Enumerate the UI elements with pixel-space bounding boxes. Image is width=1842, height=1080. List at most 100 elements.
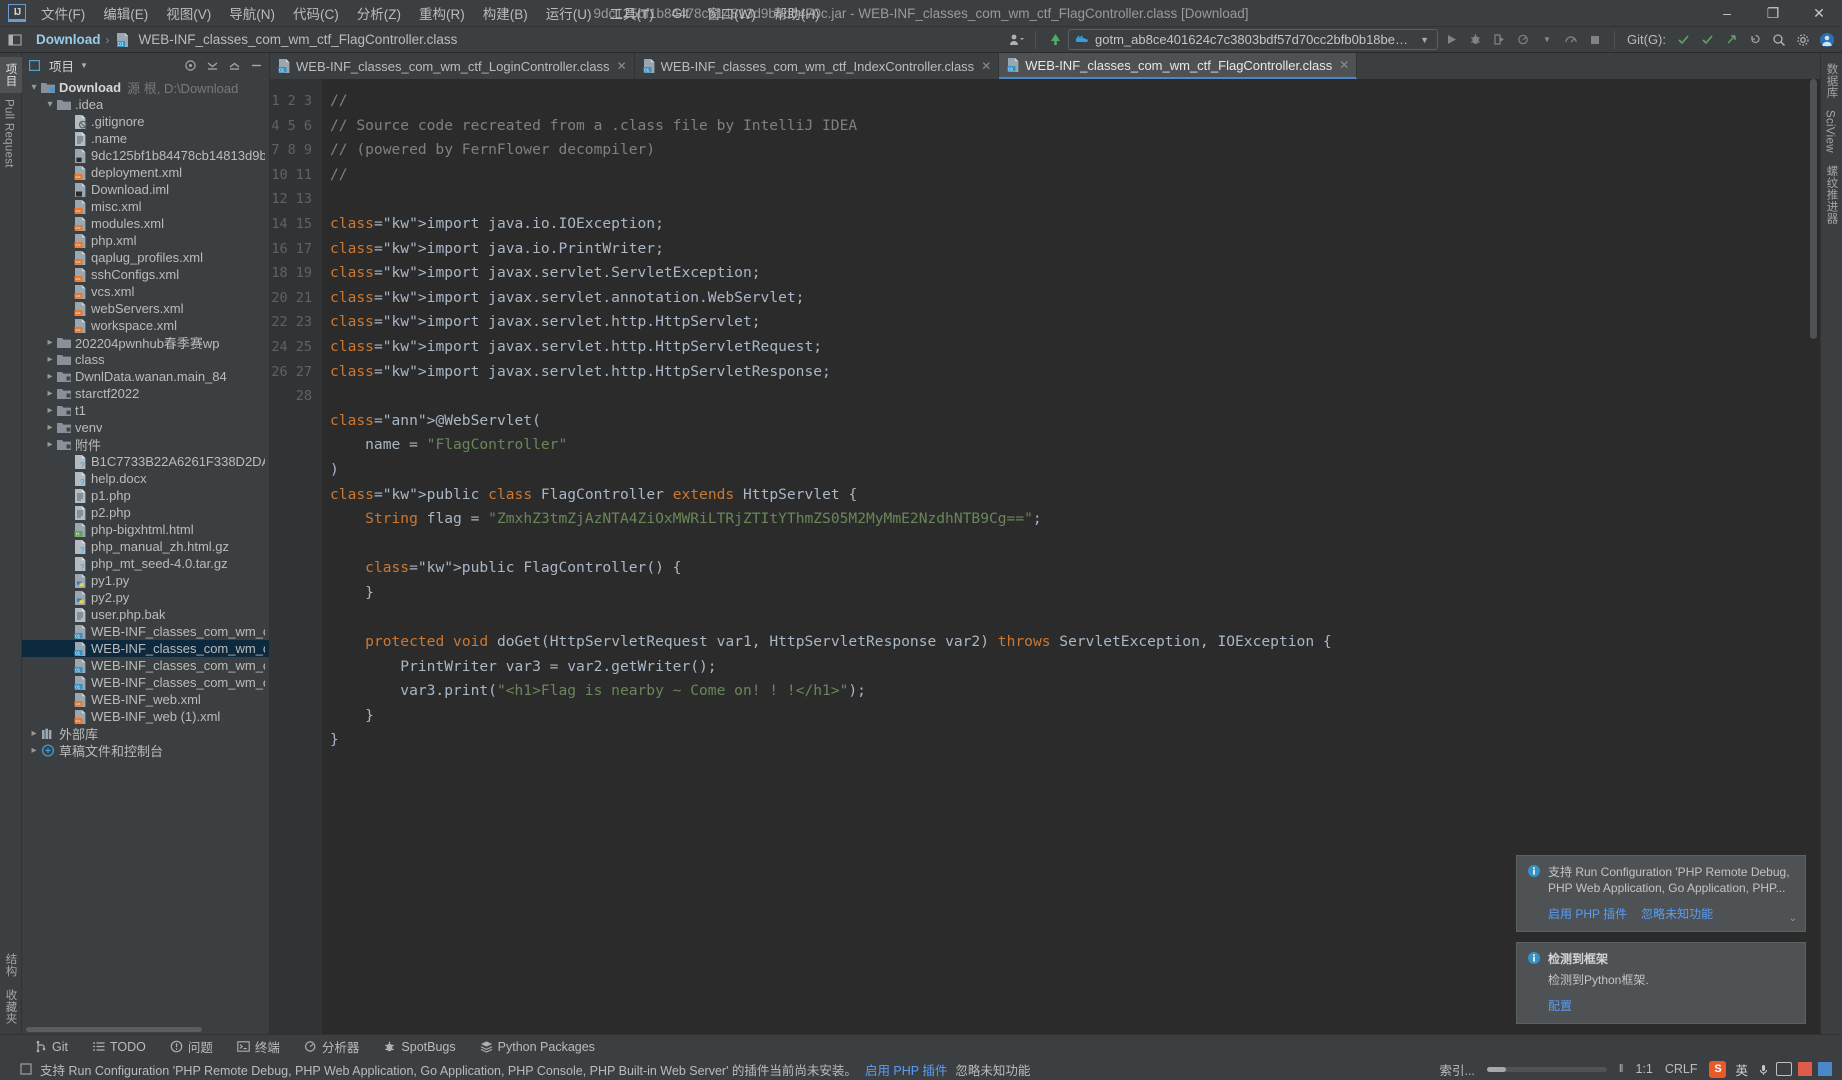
- debug-button[interactable]: [1464, 30, 1486, 50]
- chevron-right-icon[interactable]: ▸: [44, 422, 56, 433]
- menu-hamburger-icon[interactable]: [4, 30, 26, 50]
- tree-row[interactable]: <> WEB-INF_web.xml: [22, 691, 269, 708]
- menu-item-7[interactable]: 构建(B): [474, 0, 537, 27]
- tree-row[interactable]: ▸ t1: [22, 402, 269, 419]
- git-commit-icon[interactable]: [1696, 30, 1718, 50]
- editor-vertical-scrollbar[interactable]: [1807, 79, 1820, 1034]
- tree-row[interactable]: <> sshConfigs.xml: [22, 266, 269, 283]
- close-icon[interactable]: ✕: [981, 59, 991, 73]
- tree-row[interactable]: ▸ class: [22, 351, 269, 368]
- rail-tab-1[interactable]: Pull Request: [0, 93, 18, 174]
- microphone-icon[interactable]: [1757, 1063, 1770, 1076]
- tool-window-button-5[interactable]: SpotBugs: [371, 1040, 467, 1054]
- chevron-right-icon[interactable]: ▸: [44, 354, 56, 365]
- tool-window-button-0[interactable]: Git: [22, 1040, 80, 1054]
- chevron-right-icon[interactable]: ▸: [44, 439, 56, 450]
- menu-item-5[interactable]: 分析(Z): [348, 0, 410, 27]
- gear-icon[interactable]: [1792, 30, 1814, 50]
- tree-row[interactable]: <> webServers.xml: [22, 300, 269, 317]
- tree-row[interactable]: .gitignore: [22, 113, 269, 130]
- tree-row[interactable]: ? B1C7733B22A6261F338D2DA5C2DD: [22, 453, 269, 470]
- chevron-down-icon[interactable]: ⌄: [1789, 913, 1797, 924]
- tree-row[interactable]: p1.php: [22, 487, 269, 504]
- rail-bottom-tab-0[interactable]: 结构: [0, 947, 22, 983]
- tree-row[interactable]: ▸ starctf2022: [22, 385, 269, 402]
- tree-row[interactable]: <> workspace.xml: [22, 317, 269, 334]
- keyboard-icon[interactable]: [1776, 1062, 1792, 1076]
- run-with-coverage-button[interactable]: [1488, 30, 1510, 50]
- tree-row[interactable]: ▸ 202204pwnhub春季赛wp: [22, 334, 269, 351]
- menu-item-0[interactable]: 文件(F): [32, 0, 94, 27]
- enable-php-plugin-link[interactable]: 启用 PHP 插件: [1548, 905, 1627, 922]
- tree-row[interactable]: ▾ .idea: [22, 96, 269, 113]
- breadcrumb-project[interactable]: Download: [36, 32, 101, 47]
- maximize-button[interactable]: ❐: [1750, 0, 1796, 27]
- chevron-right-icon[interactable]: ▸: [28, 745, 40, 756]
- tree-row[interactable]: 01 WEB-INF_classes_com_wm_ctf_Index: [22, 657, 269, 674]
- close-icon[interactable]: ✕: [1339, 58, 1349, 72]
- run-configuration-selector[interactable]: gotm_ab8ce401624c7c3803bdf57d70cc2bfb0b1…: [1068, 29, 1438, 50]
- hide-panel-icon[interactable]: [247, 56, 265, 74]
- profile-dropdown-icon[interactable]: ▼: [1536, 30, 1558, 50]
- tree-row[interactable]: 9dc125bf1b84478cb14813d9bed: [22, 147, 269, 164]
- git-push-icon[interactable]: [1720, 30, 1742, 50]
- chevron-right-icon[interactable]: ▸: [44, 371, 56, 382]
- sogou-icon[interactable]: S: [1709, 1060, 1727, 1078]
- menu-item-12[interactable]: 帮助(H): [765, 0, 829, 27]
- menu-item-1[interactable]: 编辑(E): [94, 0, 157, 27]
- tree-row[interactable]: <> qaplug_profiles.xml: [22, 249, 269, 266]
- tree-row[interactable]: Download.iml: [22, 181, 269, 198]
- user-account-icon[interactable]: [1005, 30, 1027, 50]
- search-everywhere-icon[interactable]: [1768, 30, 1790, 50]
- tree-row[interactable]: ▸ 外部库: [22, 725, 269, 742]
- tree-row[interactable]: <> modules.xml: [22, 215, 269, 232]
- tree-row[interactable]: <> deployment.xml: [22, 164, 269, 181]
- caret-position[interactable]: 1:1: [1635, 1062, 1652, 1076]
- tree-row[interactable]: <> vcs.xml: [22, 283, 269, 300]
- tree-row[interactable]: <> WEB-INF_web (1).xml: [22, 708, 269, 725]
- tree-row[interactable]: py2.py: [22, 589, 269, 606]
- menu-item-3[interactable]: 导航(N): [220, 0, 284, 27]
- configure-link[interactable]: 配置: [1548, 997, 1572, 1014]
- tree-row[interactable]: <> php.xml: [22, 232, 269, 249]
- editor-tab-1[interactable]: 01 WEB-INF_classes_com_wm_ctf_IndexContro…: [634, 53, 1000, 79]
- menu-item-2[interactable]: 视图(V): [157, 0, 220, 27]
- menu-item-10[interactable]: Git: [663, 2, 698, 25]
- status-enable-php-link[interactable]: 启用 PHP 插件: [865, 1060, 947, 1079]
- tree-row[interactable]: ▾ Download 源 根, D:\Download: [22, 79, 269, 96]
- git-history-icon[interactable]: [1744, 30, 1766, 50]
- collapse-all-icon[interactable]: [203, 56, 221, 74]
- menu-item-8[interactable]: 运行(U): [537, 0, 601, 27]
- status-ignore-link[interactable]: 忽略未知功能: [955, 1060, 1030, 1079]
- tree-row[interactable]: ▸ 草稿文件和控制台: [22, 742, 269, 759]
- update-project-icon[interactable]: [1044, 30, 1066, 50]
- menu-item-9[interactable]: 工具(T): [601, 0, 663, 27]
- tree-row[interactable]: ▸ 附件: [22, 436, 269, 453]
- target-icon[interactable]: [181, 56, 199, 74]
- tool-window-button-1[interactable]: TODO: [80, 1040, 158, 1054]
- chevron-right-icon[interactable]: ▸: [44, 388, 56, 399]
- editor-tab-0[interactable]: 01 WEB-INF_classes_com_wm_ctf_LoginContro…: [270, 53, 635, 79]
- chevron-down-icon[interactable]: ▾: [44, 99, 56, 110]
- tree-row[interactable]: 01 WEB-INF_classes_com_wm_ctf_Down: [22, 623, 269, 640]
- tree-row[interactable]: p2.php: [22, 504, 269, 521]
- tree-row[interactable]: ? php_mt_seed-4.0.tar.gz: [22, 555, 269, 572]
- chevron-right-icon[interactable]: ▸: [44, 405, 56, 416]
- ime-language[interactable]: 英: [1732, 1059, 1751, 1079]
- ime-settings-icon[interactable]: [1818, 1062, 1832, 1076]
- pause-indexing-button[interactable]: ‖: [1619, 1063, 1624, 1075]
- tree-row[interactable]: ▸ venv: [22, 419, 269, 436]
- rail-bottom-tab-1[interactable]: 收藏夹: [0, 983, 22, 1030]
- tree-row[interactable]: 01 WEB-INF_classes_com_wm_ctf_Login: [22, 674, 269, 691]
- menu-item-4[interactable]: 代码(C): [284, 0, 348, 27]
- tool-window-button-6[interactable]: Python Packages: [468, 1040, 607, 1054]
- tool-window-button-3[interactable]: 终端: [225, 1037, 292, 1056]
- tree-row[interactable]: 01 WEB-INF_classes_com_wm_ctf_FlagC: [22, 640, 269, 657]
- rail-tab-0[interactable]: 项目: [0, 57, 22, 93]
- expand-all-icon[interactable]: [225, 56, 243, 74]
- event-log-icon[interactable]: [20, 1063, 32, 1075]
- tree-row[interactable]: py1.py: [22, 572, 269, 589]
- right-rail-tab-1[interactable]: SciView: [1821, 104, 1839, 159]
- project-tree-hscrollbar[interactable]: [22, 1025, 269, 1034]
- toolbox-icon[interactable]: [1798, 1062, 1812, 1076]
